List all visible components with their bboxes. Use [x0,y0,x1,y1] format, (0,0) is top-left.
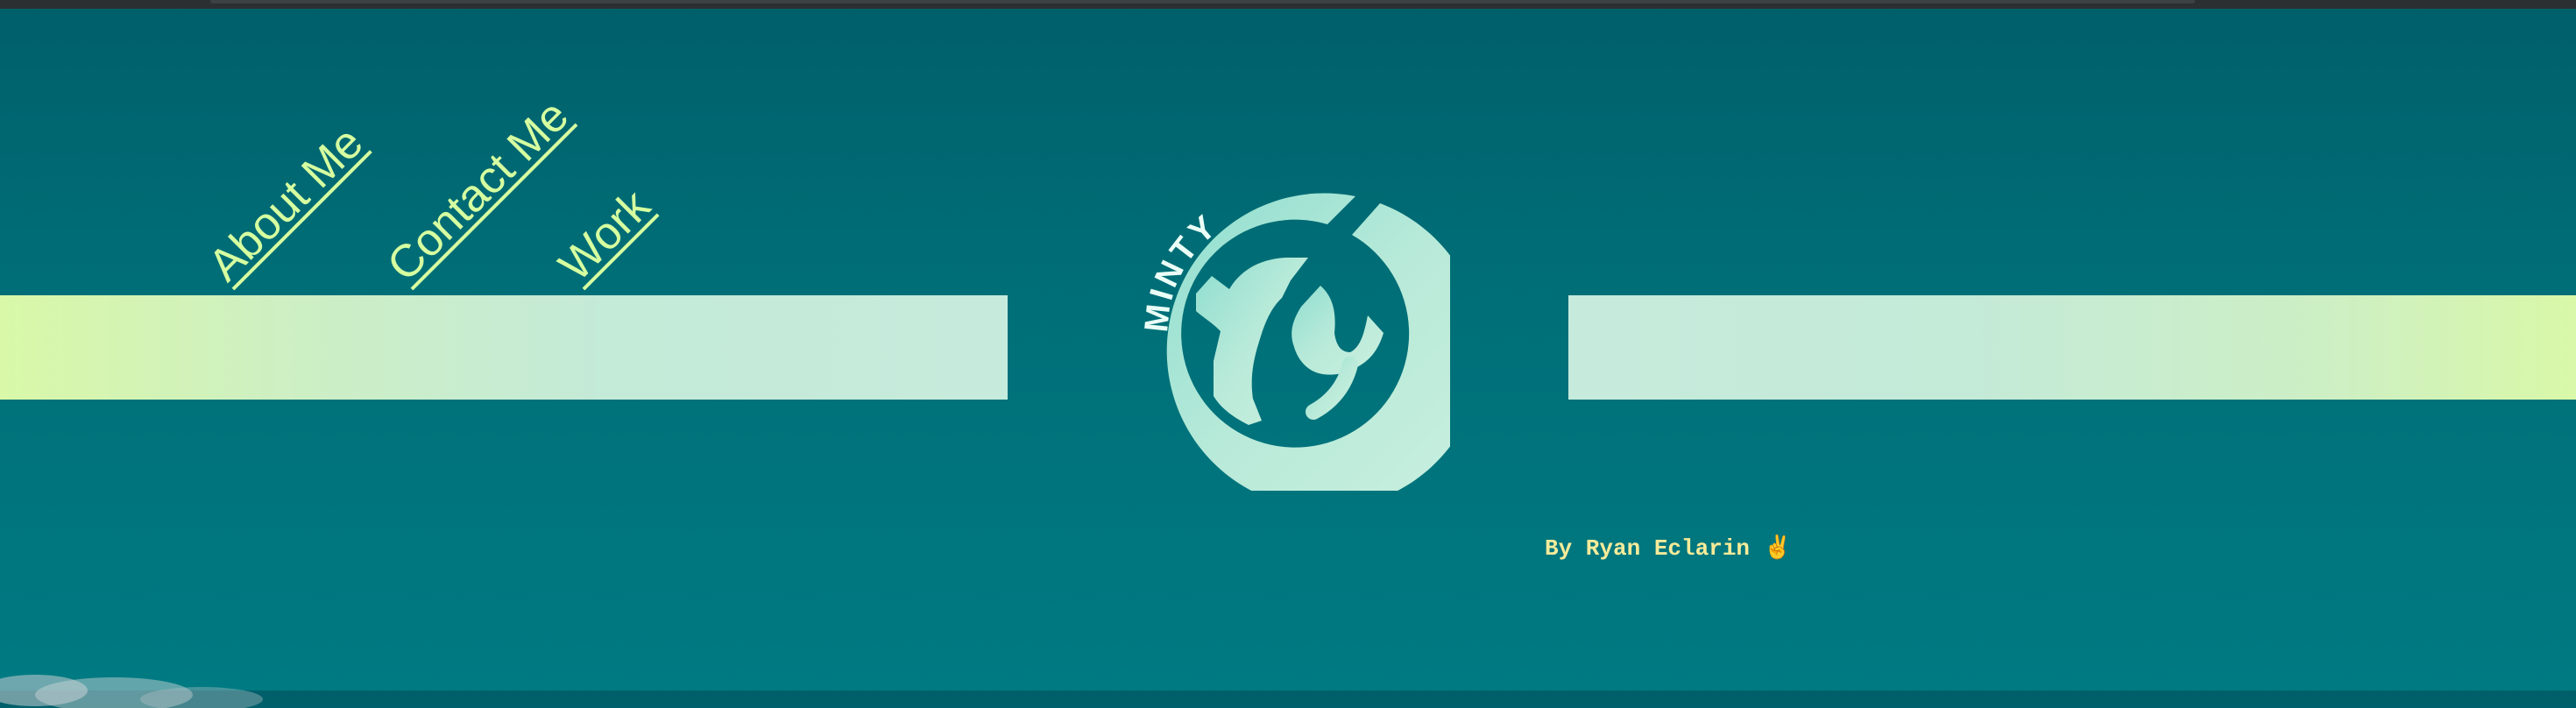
browser-top-bar-inner [210,0,2195,4]
logo-r-shape [1196,258,1308,425]
nav-link-work[interactable]: Work [549,181,660,291]
nav-link-contact-me[interactable]: Contact Me [378,90,578,291]
author-byline: By Ryan Eclarin ✌️ [1545,535,1793,562]
logo-y-shape [1292,286,1384,375]
left-accent-band [0,295,1008,400]
cloud-decoration [0,675,263,708]
minty-logo-icon[interactable]: MINTY [1126,166,1450,491]
right-accent-band [1568,295,2576,400]
nav-link-about-me[interactable]: About Me [199,117,372,291]
browser-top-bar [0,0,2576,9]
